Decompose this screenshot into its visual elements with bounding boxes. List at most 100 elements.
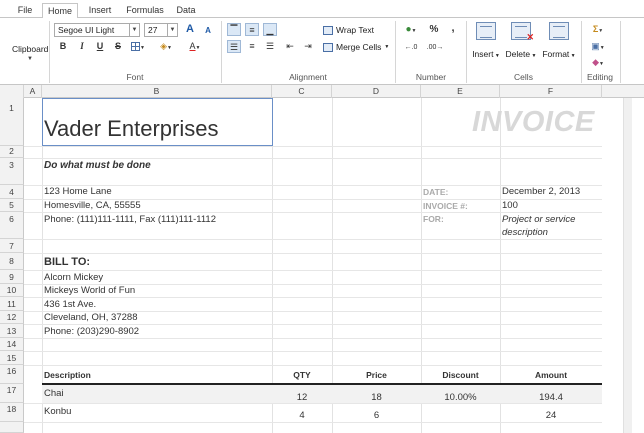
- align-right-button[interactable]: ☰: [263, 40, 277, 53]
- for-value-line1[interactable]: Project or service: [502, 214, 575, 225]
- tab-home[interactable]: Home: [42, 3, 78, 18]
- align-bottom-button[interactable]: ▁: [263, 23, 277, 36]
- bill-name-cell[interactable]: Alcorn Mickey: [44, 272, 103, 283]
- item-description-cell[interactable]: Chai: [44, 388, 64, 399]
- for-value-line2[interactable]: description: [502, 227, 548, 238]
- align-top-button[interactable]: ▔: [227, 23, 241, 36]
- row-header[interactable]: 13: [0, 324, 24, 338]
- item-description-cell[interactable]: Konbu: [44, 406, 71, 417]
- header-qty-cell[interactable]: QTY: [272, 370, 332, 380]
- phone-cell[interactable]: Phone: (111)111-1111, Fax (111)111-1112: [44, 214, 216, 225]
- item-price-cell[interactable]: 18: [332, 392, 421, 403]
- column-header-e[interactable]: E: [421, 85, 500, 98]
- row-header[interactable]: 6: [0, 212, 24, 239]
- delete-cells-button[interactable]: ✕ Delete ▼: [503, 22, 539, 59]
- align-center-button[interactable]: ≡: [245, 40, 259, 53]
- row-header[interactable]: 7: [0, 239, 24, 253]
- bold-button[interactable]: B: [56, 40, 70, 53]
- row-header[interactable]: 12: [0, 311, 24, 324]
- header-discount-cell[interactable]: Discount: [421, 370, 500, 380]
- item-discount-cell[interactable]: 10.00%: [421, 392, 500, 403]
- font-size-select[interactable]: 27 ▼: [144, 23, 178, 37]
- strikethrough-button[interactable]: S: [111, 40, 125, 53]
- row-header[interactable]: 4: [0, 185, 24, 199]
- header-amount-cell[interactable]: Amount: [500, 370, 602, 380]
- number-format-button[interactable]: ●▼: [401, 23, 421, 36]
- select-all-corner[interactable]: [0, 85, 24, 98]
- increase-decimal-button[interactable]: ←.0: [401, 40, 421, 53]
- bill-to-cell[interactable]: BILL TO:: [44, 256, 90, 268]
- tab-formulas[interactable]: Formulas: [124, 3, 166, 18]
- date-label-cell[interactable]: DATE:: [423, 187, 448, 197]
- row-header[interactable]: 3: [0, 158, 24, 185]
- row-header[interactable]: 16: [0, 365, 24, 384]
- percent-style-button[interactable]: %: [427, 23, 441, 36]
- invoice-title-cell[interactable]: INVOICE: [472, 106, 595, 139]
- bill-phone-cell[interactable]: Phone: (203)290-8902: [44, 326, 139, 337]
- clear-button[interactable]: ◆▼: [588, 56, 608, 69]
- chevron-down-icon: ▼: [384, 44, 390, 50]
- decrease-indent-button[interactable]: ⇤: [283, 40, 297, 53]
- shrink-font-button[interactable]: A: [201, 24, 215, 37]
- column-header-d[interactable]: D: [332, 85, 421, 98]
- align-middle-button[interactable]: ≡: [245, 23, 259, 36]
- decrease-decimal-button[interactable]: .00→: [425, 40, 445, 53]
- fill-button[interactable]: ▣▼: [588, 40, 608, 53]
- row-header[interactable]: 1: [0, 98, 24, 146]
- merge-cells-button[interactable]: Merge Cells ▼: [323, 42, 389, 52]
- row-header[interactable]: 11: [0, 297, 24, 311]
- comma-style-button[interactable]: ,: [446, 22, 460, 35]
- increase-indent-button[interactable]: ⇥: [301, 40, 315, 53]
- wrap-text-button[interactable]: Wrap Text: [323, 25, 374, 35]
- row-header[interactable]: 2: [0, 146, 24, 158]
- item-qty-cell[interactable]: 12: [272, 392, 332, 403]
- for-label-cell[interactable]: FOR:: [423, 214, 444, 224]
- invoice-number-value-cell[interactable]: 100: [502, 200, 518, 211]
- row-header[interactable]: 18: [0, 403, 24, 422]
- column-header-b[interactable]: B: [42, 85, 272, 98]
- tab-data[interactable]: Data: [172, 3, 200, 18]
- address1-cell[interactable]: 123 Home Lane: [44, 186, 112, 197]
- invoice-number-label-cell[interactable]: INVOICE #:: [423, 201, 468, 211]
- item-qty-cell[interactable]: 4: [272, 410, 332, 421]
- insert-cells-button[interactable]: Insert ▼: [470, 22, 502, 59]
- clipboard-button[interactable]: Clipboard: [12, 44, 48, 54]
- vertical-scrollbar[interactable]: [623, 98, 632, 433]
- row-header[interactable]: 9: [0, 270, 24, 284]
- align-left-button[interactable]: ☰: [227, 40, 241, 53]
- item-amount-cell[interactable]: 194.4: [500, 392, 602, 403]
- column-header-a[interactable]: A: [24, 85, 42, 98]
- bill-company-cell[interactable]: Mickeys World of Fun: [44, 285, 135, 296]
- header-description-cell[interactable]: Description: [44, 370, 91, 380]
- address2-cell[interactable]: Homesville, CA, 55555: [44, 200, 141, 211]
- format-cells-button[interactable]: Format ▼: [540, 22, 578, 59]
- column-header-f[interactable]: F: [500, 85, 602, 98]
- bill-address1-cell[interactable]: 436 1st Ave.: [44, 299, 96, 310]
- item-amount-cell[interactable]: 24: [500, 410, 602, 421]
- row-header[interactable]: 10: [0, 284, 24, 297]
- header-price-cell[interactable]: Price: [332, 370, 421, 380]
- row-header[interactable]: 5: [0, 199, 24, 212]
- bill-address2-cell[interactable]: Cleveland, OH, 37288: [44, 312, 137, 323]
- row-header[interactable]: 15: [0, 351, 24, 365]
- grow-font-button[interactable]: A: [183, 23, 197, 36]
- slogan-cell[interactable]: Do what must be done: [44, 160, 151, 171]
- number-group-label: Number: [415, 72, 447, 82]
- date-value-cell[interactable]: December 2, 2013: [502, 186, 580, 197]
- autosum-button[interactable]: Σ▼: [588, 23, 608, 36]
- row-header[interactable]: 8: [0, 253, 24, 270]
- column-header-c[interactable]: C: [272, 85, 332, 98]
- tab-insert[interactable]: Insert: [84, 3, 116, 18]
- tab-file[interactable]: File: [14, 3, 36, 18]
- fill-color-button[interactable]: ◈▼: [156, 40, 176, 53]
- font-color-button[interactable]: A▼: [184, 40, 206, 53]
- row-header[interactable]: [0, 422, 24, 433]
- borders-button[interactable]: ▼: [129, 40, 147, 53]
- underline-button[interactable]: U: [93, 40, 107, 53]
- italic-button[interactable]: I: [75, 40, 89, 53]
- row-header[interactable]: 17: [0, 384, 24, 403]
- row-header[interactable]: 14: [0, 338, 24, 351]
- company-name-cell[interactable]: Vader Enterprises: [44, 116, 218, 142]
- font-family-select[interactable]: Segoe UI Light ▼: [54, 23, 140, 37]
- item-price-cell[interactable]: 6: [332, 410, 421, 421]
